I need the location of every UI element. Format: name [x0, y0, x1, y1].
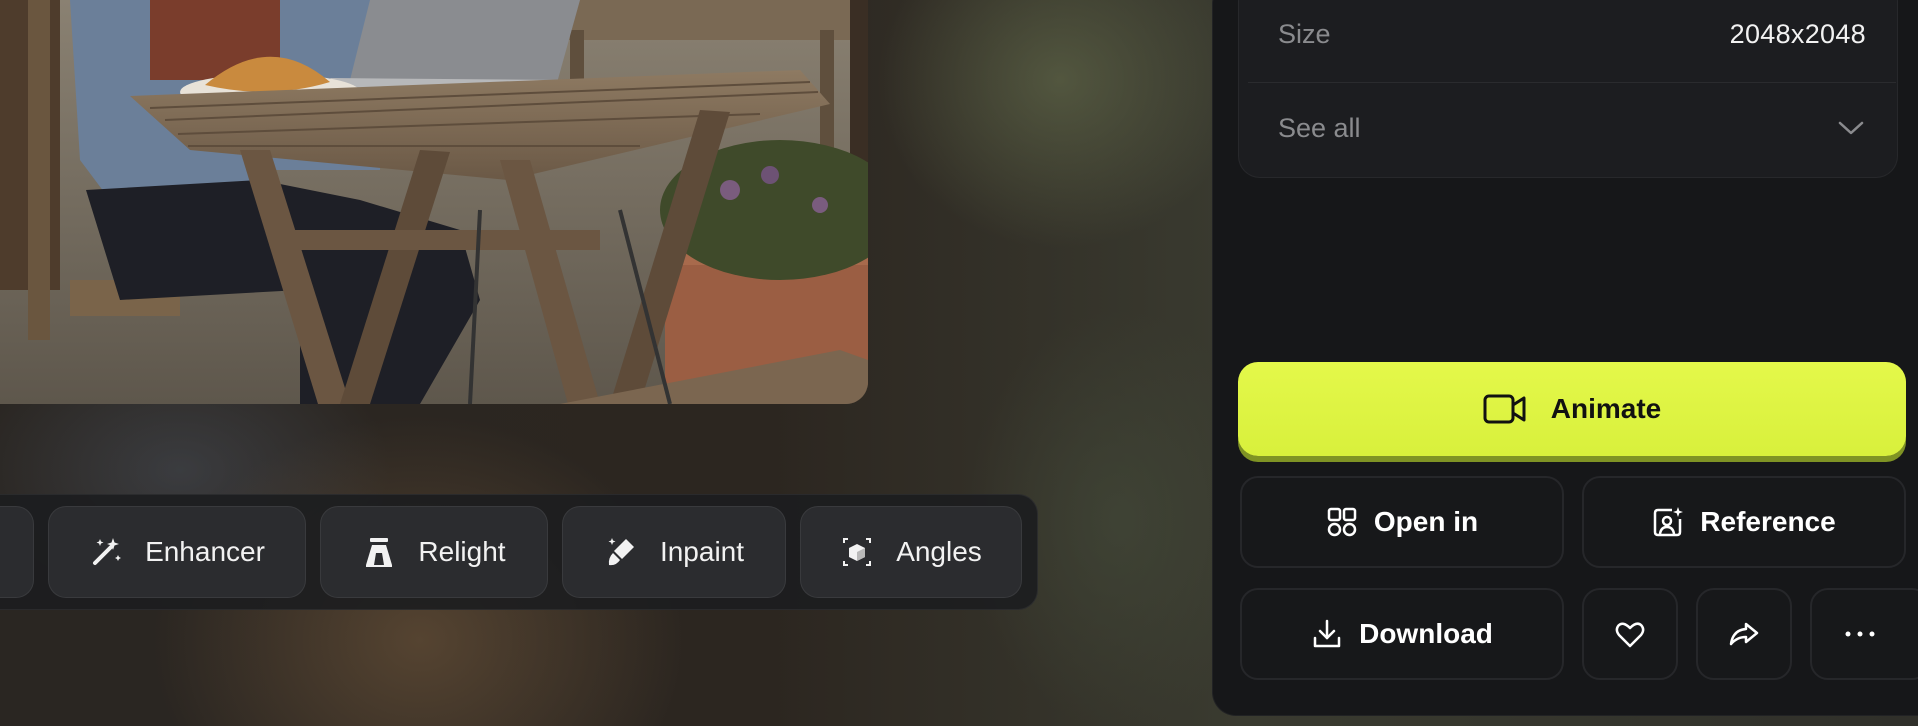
size-label: Size — [1278, 18, 1331, 49]
video-camera-icon — [1483, 394, 1526, 424]
angles-button[interactable]: Angles — [800, 506, 1022, 598]
reference-button[interactable]: Reference — [1582, 476, 1906, 568]
cube-icon — [843, 538, 872, 566]
open-in-label: Open in — [1373, 506, 1479, 537]
relight-label: Relight — [418, 536, 506, 567]
see-all-row[interactable]: See all — [1278, 106, 1866, 150]
size-value: 2048x2048 — [1729, 18, 1866, 49]
open-in-button[interactable]: Open in — [1240, 476, 1564, 568]
animate-button[interactable]: Animate — [1238, 362, 1906, 456]
brush-icon — [608, 538, 634, 566]
reference-image-icon — [1654, 507, 1684, 537]
inpaint-label: Inpaint — [659, 536, 745, 567]
chevron-down-icon — [1838, 121, 1864, 135]
download-button[interactable]: Download — [1240, 588, 1564, 680]
download-label: Download — [1359, 618, 1493, 649]
enhancer-label: Enhancer — [145, 536, 265, 567]
info-divider — [1248, 82, 1896, 83]
more-options-button[interactable] — [1810, 588, 1918, 680]
generated-image[interactable] — [0, 0, 868, 404]
share-arrow-icon — [1729, 622, 1759, 646]
size-row: Size 2048x2048 — [1278, 14, 1866, 54]
download-icon — [1313, 619, 1341, 648]
enhancer-button[interactable]: Enhancer — [48, 506, 306, 598]
favorite-button[interactable] — [1582, 588, 1678, 680]
heart-icon — [1615, 622, 1645, 648]
see-all-label: See all — [1278, 112, 1361, 143]
tool-button-partial[interactable] — [0, 506, 34, 598]
relight-icon — [366, 538, 393, 567]
magic-wand-icon — [93, 538, 122, 565]
angles-label: Angles — [896, 536, 982, 567]
inpaint-button[interactable]: Inpaint — [562, 506, 786, 598]
grid-apps-icon — [1327, 507, 1357, 537]
reference-label: Reference — [1700, 506, 1836, 537]
relight-button[interactable]: Relight — [320, 506, 548, 598]
animate-label: Animate — [1550, 393, 1662, 424]
more-dots-icon — [1845, 631, 1875, 637]
share-button[interactable] — [1696, 588, 1792, 680]
